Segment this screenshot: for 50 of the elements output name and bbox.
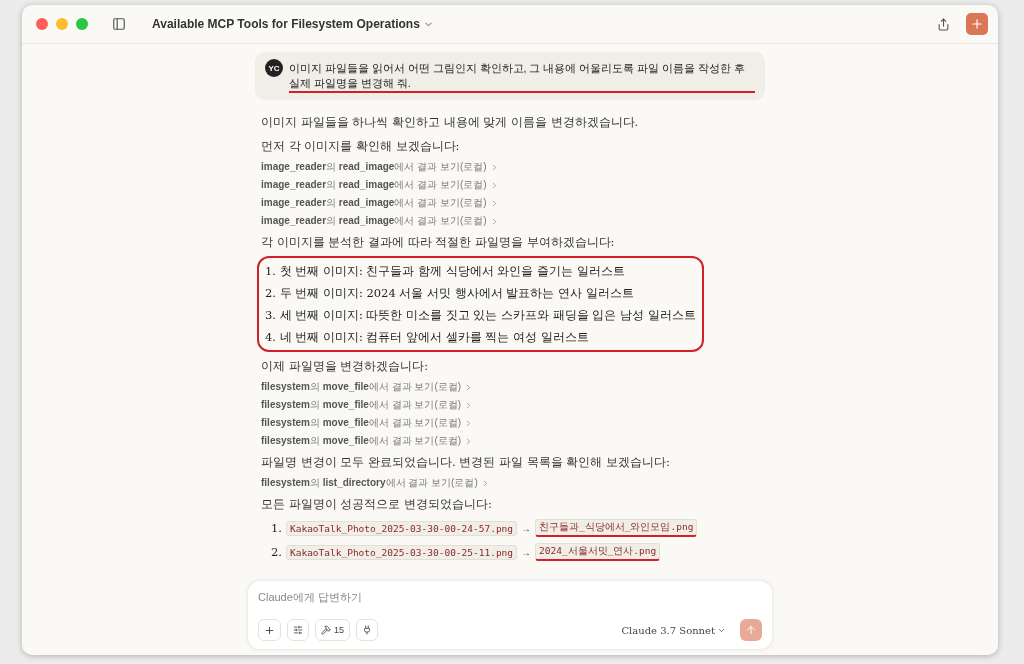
tool-result-link[interactable]: image_reader의 read_image에서 결과 보기(로컬): [261, 196, 487, 210]
list-item: 1. 첫 번째 이미지: 친구들과 함께 식당에서 와인을 즐기는 일러스트: [265, 263, 626, 280]
arrow-symbol: →: [521, 522, 532, 534]
list-number: 1.: [271, 521, 282, 535]
new-chat-button[interactable]: [966, 13, 988, 35]
message-paragraph: 모든 파일명이 성공적으로 변경되었습니다:: [260, 496, 493, 513]
tool-result-link[interactable]: filesystem의 move_file에서 결과 보기(로컬): [261, 434, 462, 448]
tools-button[interactable]: 15: [315, 619, 350, 641]
close-icon[interactable]: [36, 18, 48, 30]
message-paragraph: 이미지 파일들을 하나씩 확인하고 내용에 맞게 이름을 변경하겠습니다.: [260, 114, 640, 131]
code-filename: 친구들과_식당에서_와인모임.png: [535, 519, 698, 537]
user-avatar: YC: [265, 59, 283, 77]
share-icon: [937, 17, 950, 31]
sidebar-icon: [112, 17, 126, 31]
tool-result-link[interactable]: image_reader의 read_image에서 결과 보기(로컬): [261, 160, 487, 174]
arrow-symbol: →: [521, 546, 532, 558]
code-filename: 2024_서울서밋_연사.png: [535, 543, 661, 561]
sliders-icon: [293, 625, 303, 635]
plug-button[interactable]: [356, 619, 378, 641]
list-number: 2.: [271, 545, 282, 559]
model-selector[interactable]: Claude 3.7 Sonnet: [621, 624, 726, 636]
title-dropdown-button[interactable]: Available MCP Tools for Filesystem Operations: [150, 15, 436, 33]
tool-result-link[interactable]: filesystem의 move_file에서 결과 보기(로컬): [261, 398, 462, 412]
message-paragraph: 이제 파일명을 변경하겠습니다:: [260, 358, 430, 375]
add-button[interactable]: [258, 619, 281, 641]
minimize-icon[interactable]: [56, 18, 68, 30]
hammer-icon: [321, 625, 331, 635]
reply-input-field[interactable]: Claude에게 답변하기: [258, 589, 762, 605]
tool-result-link[interactable]: image_reader의 read_image에서 결과 보기(로컬): [261, 178, 487, 192]
message-paragraph: 각 이미지를 분석한 결과에 따라 적절한 파일명을 부여하겠습니다:: [260, 234, 616, 251]
list-item: 2. 두 번째 이미지: 2024 서울 서밋 행사에서 발표하는 연사 일러스트: [265, 285, 635, 302]
message-paragraph: 먼저 각 이미지를 확인해 보겠습니다:: [260, 138, 461, 155]
tool-result-link[interactable]: filesystem의 list_directory에서 결과 보기(로컬): [261, 476, 478, 490]
options-button[interactable]: [287, 619, 309, 641]
plug-icon: [362, 625, 372, 635]
user-message-text: 이미지 파일들을 읽어서 어떤 그림인지 확인하고, 그 내용에 어울리도록 파일 이름을 작성한 후 실제 파일명을 변경해 줘.: [289, 61, 755, 93]
plus-icon: [970, 17, 984, 31]
arrow-up-icon: [745, 624, 757, 636]
send-button[interactable]: [740, 619, 762, 641]
maximize-icon[interactable]: [76, 18, 88, 30]
plus-icon: [264, 624, 275, 636]
list-item: 4. 네 번째 이미지: 컴퓨터 앞에서 셀카를 찍는 여성 일러스트: [265, 329, 590, 346]
tool-result-link[interactable]: image_reader의 read_image에서 결과 보기(로컬): [261, 214, 487, 228]
code-filename: KakaoTalk_Photo_2025-03-30-00-25-11.png: [286, 544, 518, 560]
sidebar-toggle-button[interactable]: [110, 15, 128, 33]
message-paragraph: 파일명 변경이 모두 완료되었습니다. 변경된 파일 목록을 확인해 보겠습니다:: [260, 454, 671, 471]
tool-result-link[interactable]: filesystem의 move_file에서 결과 보기(로컬): [261, 416, 462, 430]
code-filename: KakaoTalk_Photo_2025-03-30-00-24-57.png: [286, 520, 518, 536]
tool-result-link[interactable]: filesystem의 move_file에서 결과 보기(로컬): [261, 380, 462, 394]
list-item: 3. 세 번째 이미지: 따뜻한 미소를 짓고 있는 스카프와 패딩을 입은 남성 일러스트: [265, 307, 696, 324]
